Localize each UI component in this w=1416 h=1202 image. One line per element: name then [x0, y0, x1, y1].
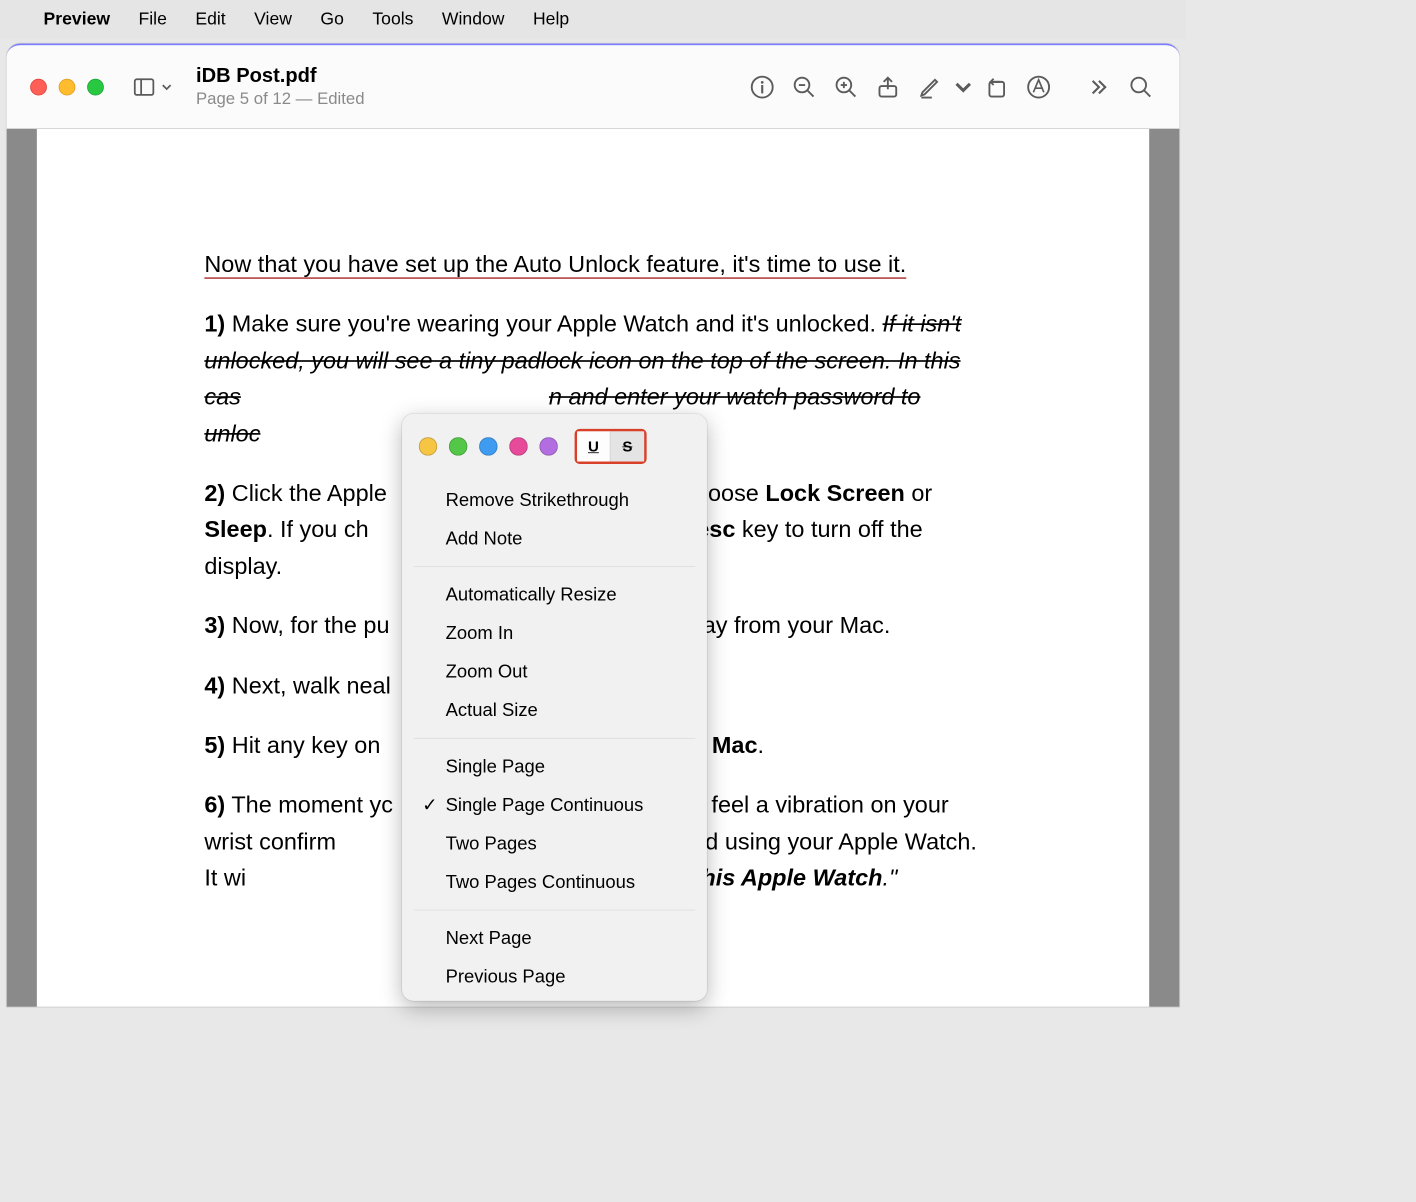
highlight-color-yellow[interactable] — [419, 437, 437, 455]
search-icon[interactable] — [1122, 68, 1159, 105]
highlight-color-blue[interactable] — [479, 437, 497, 455]
step-4-num: 4) — [204, 672, 225, 698]
zoom-out-icon[interactable] — [785, 68, 822, 105]
menu-help[interactable]: Help — [533, 9, 569, 29]
menu-remove-strikethrough[interactable]: Remove Strikethrough — [402, 481, 707, 520]
menu-zoom-out[interactable]: Zoom Out — [402, 652, 707, 691]
menu-previous-page[interactable]: Previous Page — [402, 957, 707, 996]
menu-file[interactable]: File — [139, 9, 167, 29]
left-gutter — [7, 129, 37, 1007]
highlight-icon[interactable] — [911, 68, 948, 105]
close-window-button[interactable] — [30, 78, 47, 95]
page-status: Page 5 of 12 — Edited — [196, 90, 365, 109]
highlight-color-green[interactable] — [449, 437, 467, 455]
menu-next-page[interactable]: Next Page — [402, 919, 707, 958]
menu-two-pages[interactable]: Two Pages — [402, 824, 707, 863]
step-2-num: 2) — [204, 480, 225, 506]
menu-auto-resize[interactable]: Automatically Resize — [402, 575, 707, 614]
zoom-in-icon[interactable] — [827, 68, 864, 105]
menu-go[interactable]: Go — [320, 9, 343, 29]
menu-two-pages-continuous[interactable]: Two Pages Continuous — [402, 863, 707, 902]
strikethrough-button[interactable]: S — [611, 431, 645, 461]
highlight-chevron-icon[interactable] — [953, 68, 973, 105]
file-name: iDB Post.pdf — [196, 64, 365, 87]
highlight-color-row: U S — [402, 414, 707, 476]
underline-button[interactable]: U — [577, 431, 611, 461]
toolbar: iDB Post.pdf Page 5 of 12 — Edited — [7, 45, 1180, 129]
menu-window[interactable]: Window — [442, 9, 505, 29]
toolbar-overflow — [1062, 72, 1076, 100]
app-menu[interactable]: Preview — [44, 9, 110, 29]
overflow-icon[interactable] — [1081, 68, 1118, 105]
menubar: Preview File Edit View Go Tools Window H… — [0, 0, 1186, 39]
lead-sentence: Now that you have set up the Auto Unlock… — [204, 251, 906, 279]
minimize-window-button[interactable] — [59, 78, 76, 95]
info-icon[interactable] — [744, 68, 781, 105]
step-3-num: 3) — [204, 612, 225, 638]
step-1-num: 1) — [204, 311, 225, 337]
markup-icon[interactable] — [1020, 68, 1057, 105]
menu-actual-size[interactable]: Actual Size — [402, 691, 707, 730]
underline-strike-group: U S — [575, 429, 647, 464]
step-6-num: 6) — [204, 792, 225, 818]
menu-single-page-continuous[interactable]: Single Page Continuous — [402, 786, 707, 825]
zoom-window-button[interactable] — [87, 78, 104, 95]
context-menu: U S Remove Strikethrough Add Note Automa… — [402, 414, 707, 1001]
step-1-text: Make sure you're wearing your Apple Watc… — [225, 311, 882, 337]
menu-single-page[interactable]: Single Page — [402, 747, 707, 786]
document-title: iDB Post.pdf Page 5 of 12 — Edited — [196, 64, 365, 108]
sidebar-toggle-button[interactable] — [132, 75, 172, 98]
highlight-color-purple[interactable] — [539, 437, 557, 455]
menu-add-note[interactable]: Add Note — [402, 519, 707, 558]
step-5-num: 5) — [204, 732, 225, 758]
right-gutter — [1149, 129, 1179, 1007]
window-controls — [30, 78, 104, 95]
menu-tools[interactable]: Tools — [372, 9, 413, 29]
menu-view[interactable]: View — [254, 9, 292, 29]
highlight-color-pink[interactable] — [509, 437, 527, 455]
share-icon[interactable] — [869, 68, 906, 105]
menu-edit[interactable]: Edit — [195, 9, 225, 29]
rotate-icon[interactable] — [978, 68, 1015, 105]
menu-zoom-in[interactable]: Zoom In — [402, 614, 707, 653]
